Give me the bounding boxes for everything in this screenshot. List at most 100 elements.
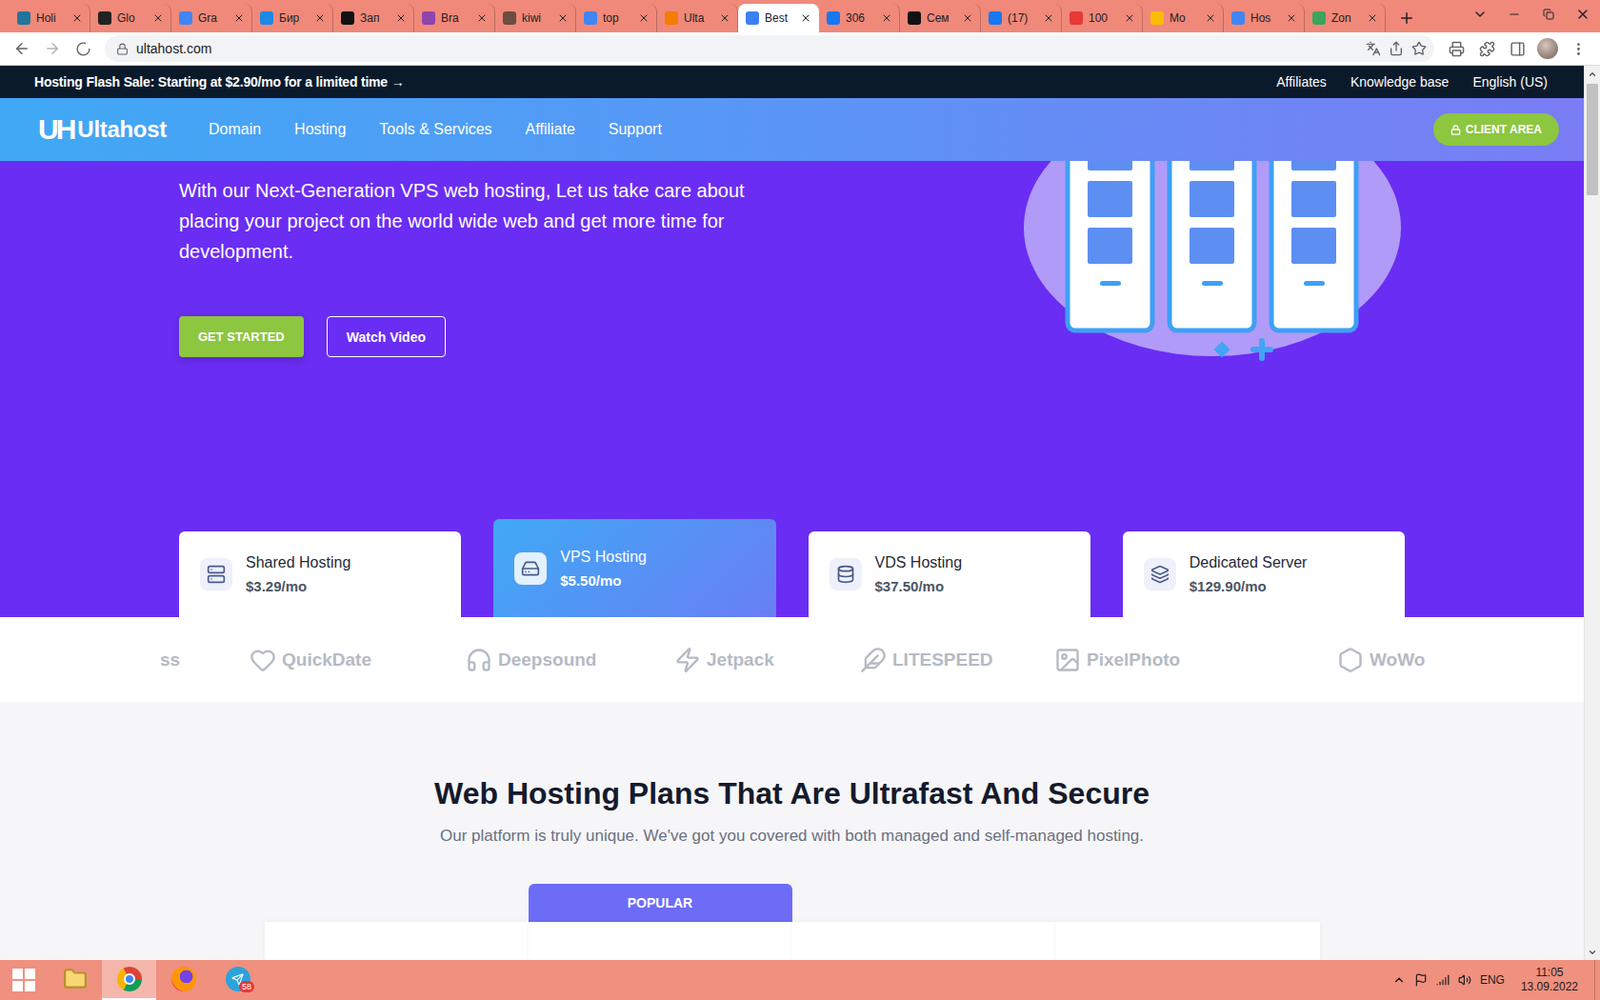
browser-tab[interactable]: 306 (819, 3, 900, 33)
browser-tab[interactable]: Бир (252, 3, 334, 33)
tab-label: Сем (926, 11, 957, 25)
new-tab-button[interactable] (1393, 4, 1420, 32)
partner-icon (249, 646, 277, 674)
close-icon[interactable] (476, 12, 488, 24)
scroll-up-icon[interactable] (1584, 65, 1600, 82)
hosting-card[interactable]: Shared Hosting$3.29/mo (179, 531, 461, 618)
menu-button[interactable] (1563, 34, 1593, 63)
extension-button[interactable] (1441, 34, 1471, 63)
browser-tab[interactable]: Зап (333, 3, 415, 33)
taskbar-app[interactable] (101, 960, 157, 1000)
hosting-card[interactable]: Dedicated Server$129.90/mo (1122, 531, 1405, 618)
tab-label: 100 (1088, 11, 1119, 25)
browser-tab[interactable]: top (576, 3, 658, 33)
close-icon[interactable] (638, 12, 650, 24)
close-icon[interactable] (1123, 12, 1136, 24)
browser-tab[interactable]: Gra (171, 3, 253, 33)
start-button[interactable] (0, 960, 48, 1000)
restore-button[interactable] (1531, 0, 1566, 29)
side-panel-button[interactable] (1502, 34, 1532, 63)
browser-tab[interactable]: Holi (9, 3, 91, 33)
plan-card[interactable] (528, 921, 793, 960)
top-link[interactable]: Affiliates (1276, 74, 1327, 90)
browser-tab[interactable]: Hos (1223, 3, 1305, 33)
taskbar-app[interactable] (156, 960, 211, 1000)
volume-icon[interactable] (1458, 973, 1472, 987)
partner-logos: ssQuickDateDeepsoundJetpackLITESPEEDPixe… (0, 617, 1584, 702)
close-window-button[interactable] (1565, 0, 1600, 29)
hosting-card[interactable]: VPS Hosting$5.50/mo (493, 519, 776, 618)
close-icon[interactable] (1285, 12, 1298, 24)
tab-search-button[interactable] (1462, 0, 1498, 29)
close-icon[interactable] (71, 12, 83, 24)
get-started-button[interactable]: GET STARTED (179, 316, 304, 358)
show-desktop-button[interactable] (1594, 960, 1600, 1000)
browser-tab[interactable]: kiwi (495, 3, 577, 33)
network-icon[interactable] (1436, 973, 1450, 987)
plan-card[interactable] (792, 921, 1057, 960)
close-icon[interactable] (1042, 12, 1055, 24)
lock-icon (1450, 124, 1461, 136)
hero-buttons: GET STARTED Watch Video (179, 316, 808, 358)
favicon-icon (1069, 11, 1083, 25)
nav-item[interactable]: Tools & Services (379, 120, 492, 139)
scroll-track (1584, 81, 1600, 944)
close-icon[interactable] (880, 12, 893, 24)
clock[interactable]: 11:0513.09.2022 (1513, 965, 1586, 995)
nav-item[interactable]: Domain (208, 120, 261, 139)
browser-tab[interactable]: Glo (90, 3, 172, 33)
nav-item[interactable]: Affiliate (525, 120, 576, 139)
hosting-card[interactable]: VDS Hosting$37.50/mo (808, 531, 1091, 618)
nav-item[interactable]: Support (608, 120, 662, 139)
scrollbar[interactable] (1583, 65, 1600, 960)
browser-tab[interactable]: Best (738, 3, 820, 33)
close-icon[interactable] (1204, 12, 1217, 24)
watch-video-button[interactable]: Watch Video (326, 316, 446, 358)
close-icon[interactable] (719, 12, 731, 24)
translate-icon[interactable] (1365, 40, 1381, 57)
close-icon[interactable] (395, 12, 407, 24)
forward-button[interactable] (38, 34, 67, 63)
browser-tab[interactable]: Zon (1304, 3, 1386, 33)
browser-tab[interactable]: Bra (414, 3, 496, 33)
close-icon[interactable] (152, 12, 164, 24)
plan-card[interactable] (264, 921, 529, 960)
share-icon[interactable] (1388, 40, 1404, 57)
address-bar[interactable]: ultahost.com (104, 35, 1435, 62)
browser-tab[interactable]: Mo (1142, 3, 1224, 33)
top-link[interactable]: Knowledge base (1350, 74, 1450, 90)
close-icon[interactable] (314, 12, 326, 24)
top-link[interactable]: English (US) (1472, 74, 1548, 90)
card-title: VPS Hosting (560, 548, 647, 566)
close-icon[interactable] (800, 12, 812, 24)
flag-icon[interactable] (1414, 973, 1428, 987)
star-icon[interactable] (1411, 40, 1427, 57)
back-button[interactable] (7, 34, 37, 63)
reload-button[interactable] (68, 34, 98, 63)
browser-tab[interactable]: Ulta (657, 3, 739, 33)
scroll-down-icon[interactable] (1584, 943, 1600, 960)
promo-link[interactable]: Hosting Flash Sale: Starting at $2.90/mo… (34, 74, 404, 90)
browser-tab[interactable]: Сем (900, 3, 981, 33)
profile-button[interactable] (1533, 34, 1562, 63)
nav-item[interactable]: Hosting (294, 120, 346, 139)
tray-expand-icon[interactable] (1392, 973, 1406, 987)
site-logo[interactable]: UHUltahost (38, 115, 167, 144)
scroll-thumb[interactable] (1586, 83, 1599, 196)
browser-tab[interactable]: (17) (980, 3, 1062, 33)
taskbar-app[interactable] (47, 960, 102, 1000)
extensions-button[interactable] (1472, 34, 1501, 63)
client-area-button[interactable]: CLIENT AREA (1433, 113, 1560, 146)
minimize-button[interactable] (1497, 0, 1532, 29)
browser-tab[interactable]: 100 (1061, 3, 1143, 33)
close-icon[interactable] (1366, 12, 1379, 24)
taskbar-app[interactable]: 58 (210, 960, 265, 1000)
plan-card[interactable] (1056, 921, 1320, 960)
close-icon[interactable] (961, 12, 974, 24)
close-icon[interactable] (557, 12, 569, 24)
tab-label: Holi (36, 11, 66, 25)
language-indicator[interactable]: ENG (1480, 973, 1505, 987)
tab-label: Zon (1331, 11, 1361, 25)
close-icon[interactable] (233, 12, 245, 24)
popular-badge: POPULAR (528, 883, 793, 922)
